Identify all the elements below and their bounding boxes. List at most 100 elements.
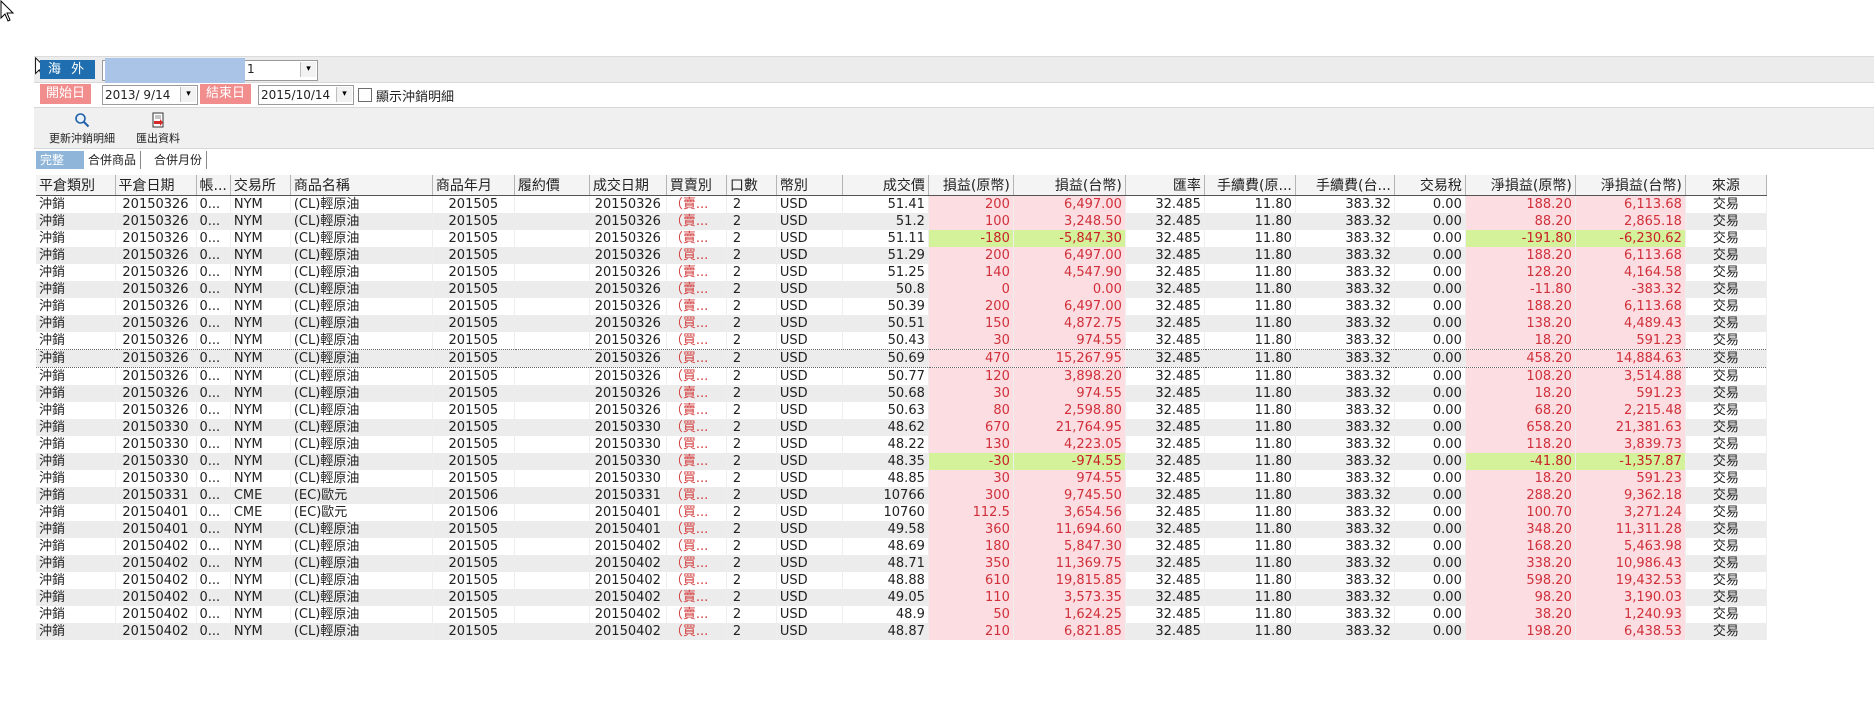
table-row[interactable]: 沖銷 20150401 0... CME (EC)歐元 201506 20150401 （買.…	[36, 504, 1767, 521]
column-header[interactable]: 商品名稱	[290, 175, 433, 196]
cell-ym: 201505	[432, 281, 515, 298]
cell-exch: NYM	[230, 385, 291, 402]
column-header[interactable]: 匯率	[1125, 175, 1205, 196]
cell-acct: 0...	[196, 538, 231, 555]
cell-cur: USD	[776, 230, 843, 247]
table-row[interactable]: 沖銷 20150330 0... NYM (CL)輕原油 201505 20150330 （買…	[36, 470, 1767, 487]
cell-tax: 0.00	[1394, 470, 1466, 487]
column-header[interactable]: 履約價	[514, 175, 590, 196]
cell-rate: 32.485	[1125, 332, 1205, 350]
tab-complete[interactable]: 完整	[36, 151, 84, 169]
cell-close-date: 20150402	[115, 606, 197, 623]
cell-type: 沖銷	[36, 555, 116, 572]
table-row[interactable]: 沖銷 20150326 0... NYM (CL)輕原油 201505 20150326 （買…	[36, 349, 1767, 368]
column-header[interactable]: 損益(台幣)	[1013, 175, 1126, 196]
table-row[interactable]: 沖銷 20150401 0... NYM (CL)輕原油 201505 20150401 （買…	[36, 521, 1767, 538]
cell-strike	[514, 195, 590, 213]
cell-src: 交易	[1685, 521, 1767, 538]
table-row[interactable]: 沖銷 20150326 0... NYM (CL)輕原油 201505 20150326 （賣…	[36, 402, 1767, 419]
table-row[interactable]: 沖銷 20150326 0... NYM (CL)輕原油 201505 20150326 （賣…	[36, 213, 1767, 230]
table-row[interactable]: 沖銷 20150402 0... NYM (CL)輕原油 201505 20150402 （賣…	[36, 606, 1767, 623]
cell-fee-twd: 383.32	[1295, 487, 1395, 504]
column-header[interactable]: 平倉日期	[115, 175, 197, 196]
table-row[interactable]: 沖銷 20150330 0... NYM (CL)輕原油 201505 20150330 （賣…	[36, 453, 1767, 470]
cell-side: （買...	[666, 555, 727, 572]
column-header[interactable]: 淨損益(台幣)	[1575, 175, 1686, 196]
column-header[interactable]: 幣別	[776, 175, 843, 196]
cell-ym: 201506	[432, 504, 515, 521]
column-header[interactable]: 交易所	[230, 175, 291, 196]
table-row[interactable]: 沖銷 20150326 0... NYM (CL)輕原油 201505 20150326 （賣…	[36, 385, 1767, 402]
table-row[interactable]: 沖銷 20150402 0... NYM (CL)輕原油 201505 20150402 （賣…	[36, 589, 1767, 606]
account-bar: 海 外 1 ▾	[34, 56, 1874, 83]
account-select[interactable]: 1 ▾	[102, 58, 318, 83]
cell-ym: 201505	[432, 538, 515, 555]
start-date-picker[interactable]: 2013/ 9/14 ▾	[102, 85, 198, 105]
cell-net-orig: 188.20	[1465, 247, 1576, 264]
column-header[interactable]: 口數	[726, 175, 777, 196]
table-row[interactable]: 沖銷 20150331 0... CME (EC)歐元 201506 20150331 （買.…	[36, 487, 1767, 504]
cell-fee-twd: 383.32	[1295, 349, 1395, 368]
cell-fee-orig: 11.80	[1204, 264, 1296, 281]
cell-fee-twd: 383.32	[1295, 470, 1395, 487]
export-data-button[interactable]: 匯出資料	[130, 112, 186, 146]
chevron-down-icon[interactable]: ▾	[336, 87, 352, 102]
table-row[interactable]: 沖銷 20150326 0... NYM (CL)輕原油 201505 20150326 （買…	[36, 367, 1767, 385]
column-header[interactable]: 成交日期	[589, 175, 667, 196]
table-row[interactable]: 沖銷 20150326 0... NYM (CL)輕原油 201505 20150326 （買…	[36, 247, 1767, 264]
column-header[interactable]: 商品年月	[432, 175, 515, 196]
cell-fee-orig: 11.80	[1204, 538, 1296, 555]
column-header[interactable]: 買賣別	[666, 175, 727, 196]
show-offset-detail-checkbox[interactable]	[358, 88, 372, 102]
cell-cur: USD	[776, 589, 843, 606]
table-row[interactable]: 沖銷 20150326 0... NYM (CL)輕原油 201505 20150326 （賣…	[36, 264, 1767, 281]
show-offset-detail-label: 顯示沖銷明細	[376, 90, 455, 105]
column-header[interactable]: 帳...	[196, 175, 231, 196]
column-header[interactable]: 手續費(原...	[1204, 175, 1296, 196]
table-row[interactable]: 沖銷 20150402 0... NYM (CL)輕原油 201505 20150402 （買…	[36, 555, 1767, 572]
column-header[interactable]: 手續費(台...	[1295, 175, 1395, 196]
cell-price: 50.77	[842, 367, 929, 385]
cell-pl-orig: 140	[928, 264, 1014, 281]
tab-merge-product[interactable]: 合併商品	[84, 151, 142, 169]
cell-product: (CL)輕原油	[290, 298, 433, 315]
table-row[interactable]: 沖銷 20150402 0... NYM (CL)輕原油 201505 20150402 （買…	[36, 623, 1767, 640]
cell-net-orig: 658.20	[1465, 419, 1576, 436]
table-row[interactable]: 沖銷 20150402 0... NYM (CL)輕原油 201505 20150402 （買…	[36, 572, 1767, 589]
refresh-offset-detail-button[interactable]: 更新沖銷明細	[44, 112, 120, 146]
table-row[interactable]: 沖銷 20150326 0... NYM (CL)輕原油 201505 20150326 （賣…	[36, 281, 1767, 298]
table-row[interactable]: 沖銷 20150402 0... NYM (CL)輕原油 201505 20150402 （買…	[36, 538, 1767, 555]
table-row[interactable]: 沖銷 20150326 0... NYM (CL)輕原油 201505 20150326 （賣…	[36, 230, 1767, 247]
cell-product: (CL)輕原油	[290, 264, 433, 281]
cell-pl-orig: 30	[928, 385, 1014, 402]
chevron-down-icon[interactable]: ▾	[180, 87, 196, 102]
end-date-picker[interactable]: 2015/10/14 ▾	[258, 85, 354, 105]
cell-strike	[514, 623, 590, 640]
cell-ym: 201505	[432, 367, 515, 385]
column-header[interactable]: 平倉類別	[36, 175, 116, 196]
cell-net-twd: 591.23	[1575, 332, 1686, 350]
cell-close-date: 20150326	[115, 332, 197, 350]
cell-price: 49.58	[842, 521, 929, 538]
table-row[interactable]: 沖銷 20150326 0... NYM (CL)輕原油 201505 20150326 （買…	[36, 332, 1767, 350]
column-header[interactable]: 淨損益(原幣)	[1465, 175, 1576, 196]
table-row[interactable]: 沖銷 20150326 0... NYM (CL)輕原油 201505 20150326 （賣…	[36, 195, 1767, 213]
column-header[interactable]: 成交價	[842, 175, 929, 196]
cell-src: 交易	[1685, 264, 1767, 281]
table-row[interactable]: 沖銷 20150330 0... NYM (CL)輕原油 201505 20150330 （買…	[36, 436, 1767, 453]
tab-merge-month[interactable]: 合併月份	[150, 151, 208, 169]
table-row[interactable]: 沖銷 20150326 0... NYM (CL)輕原油 201505 20150326 （賣…	[36, 298, 1767, 315]
cell-trade-date: 20150330	[589, 436, 667, 453]
cell-src: 交易	[1685, 419, 1767, 436]
magnifier-icon	[75, 113, 90, 128]
chevron-down-icon[interactable]: ▾	[300, 62, 316, 77]
column-header[interactable]: 來源	[1685, 175, 1767, 196]
cell-exch: NYM	[230, 298, 291, 315]
table-row[interactable]: 沖銷 20150330 0... NYM (CL)輕原油 201505 20150330 （買…	[36, 419, 1767, 436]
table-row[interactable]: 沖銷 20150326 0... NYM (CL)輕原油 201505 20150326 （買…	[36, 315, 1767, 332]
cell-exch: NYM	[230, 606, 291, 623]
cell-close-date: 20150326	[115, 385, 197, 402]
cell-side: （買...	[666, 436, 727, 453]
column-header[interactable]: 交易稅	[1394, 175, 1466, 196]
column-header[interactable]: 損益(原幣)	[928, 175, 1014, 196]
